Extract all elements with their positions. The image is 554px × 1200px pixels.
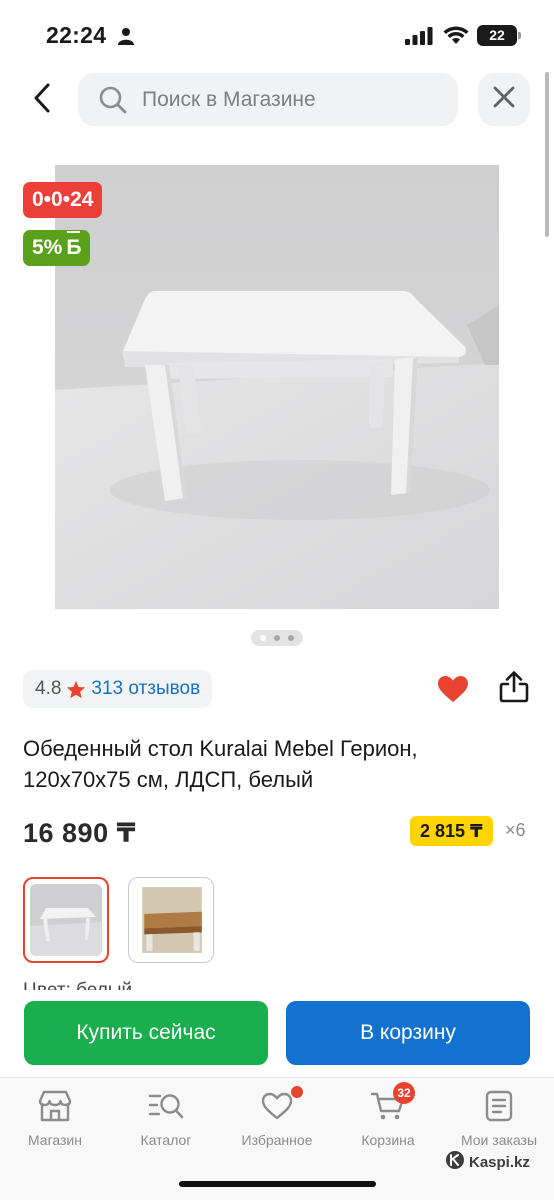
thumbnail-image [30,884,102,956]
tab-store[interactable]: Магазин [0,1088,110,1148]
cellular-signal-icon [405,27,433,50]
close-button[interactable] [478,73,530,126]
bonus-symbol: Б [66,230,81,266]
rating-chip[interactable]: 4.8 313 отзывов [23,670,213,708]
person-icon [118,27,134,50]
kaspi-logo-icon [445,1150,465,1174]
star-icon [66,680,86,699]
pager-dot [260,635,266,641]
share-button[interactable] [493,668,535,710]
pager-dot [288,635,294,641]
rating-value: 4.8 [35,678,62,699]
tab-label: Корзина [361,1132,415,1148]
scroll-indicator [545,72,549,237]
battery-indicator: 22 [477,25,521,46]
heart-icon [437,675,469,708]
installment-price[interactable]: 2 815 ₸ [410,816,493,846]
home-indicator [179,1181,376,1187]
catalog-search-icon [148,1088,184,1124]
bonus-percent: 5% [32,236,63,259]
bonus-badge: 5% Б [23,230,91,266]
status-time: 22:24 [46,22,107,48]
cart-icon: 32 [371,1082,415,1124]
pager-dot [274,635,280,641]
thumbnail-white-table[interactable] [23,877,109,963]
tab-orders[interactable]: Мои заказы [444,1088,554,1148]
tab-favorites[interactable]: Избранное [222,1086,332,1148]
product-image[interactable] [55,165,499,609]
color-label: Цвет: белый [23,978,132,990]
reviews-link[interactable]: 313 отзывов [91,678,200,700]
thumbnail-wood-table[interactable] [128,877,214,963]
thumbnail-image [134,883,208,957]
status-bar: 22:24 22 [0,0,554,70]
share-icon [499,670,529,708]
search-placeholder: Поиск в Магазине [142,87,316,111]
favorite-button[interactable] [432,672,474,710]
tab-cart[interactable]: 32 Корзина [333,1082,443,1148]
installment-times: ×6 [505,820,526,840]
tab-label: Магазин [27,1132,82,1148]
tab-label: Избранное [241,1132,313,1148]
search-input[interactable]: Поиск в Магазине [78,73,458,126]
watermark-text: Kaspi.kz [469,1153,530,1171]
store-icon [38,1088,72,1124]
add-to-cart-button[interactable]: В корзину [286,1001,530,1065]
orders-icon [485,1088,513,1124]
top-bar: Поиск в Магазине [0,72,554,128]
product-price: 16 890 ₸ [23,818,136,848]
timer-badge: 0•0•24 [23,182,103,218]
image-pager[interactable] [251,630,303,646]
product-title: Обеденный стол Kuralai Mebel Герион, 120… [23,736,418,792]
tab-label: Мои заказы [460,1132,538,1148]
chevron-left-icon [32,82,52,119]
kaspi-watermark: Kaspi.kz [445,1150,530,1174]
heart-icon [261,1086,303,1124]
search-icon [98,85,128,115]
table-photo [55,165,499,609]
cart-count-badge: 32 [393,1082,415,1104]
buy-now-button[interactable]: Купить сейчас [24,1001,268,1065]
close-icon [492,85,516,114]
tab-label: Каталог [140,1132,192,1148]
notification-dot [291,1086,303,1098]
back-button[interactable] [22,78,62,122]
wifi-icon [443,25,469,50]
tab-catalog[interactable]: Каталог [111,1088,221,1148]
